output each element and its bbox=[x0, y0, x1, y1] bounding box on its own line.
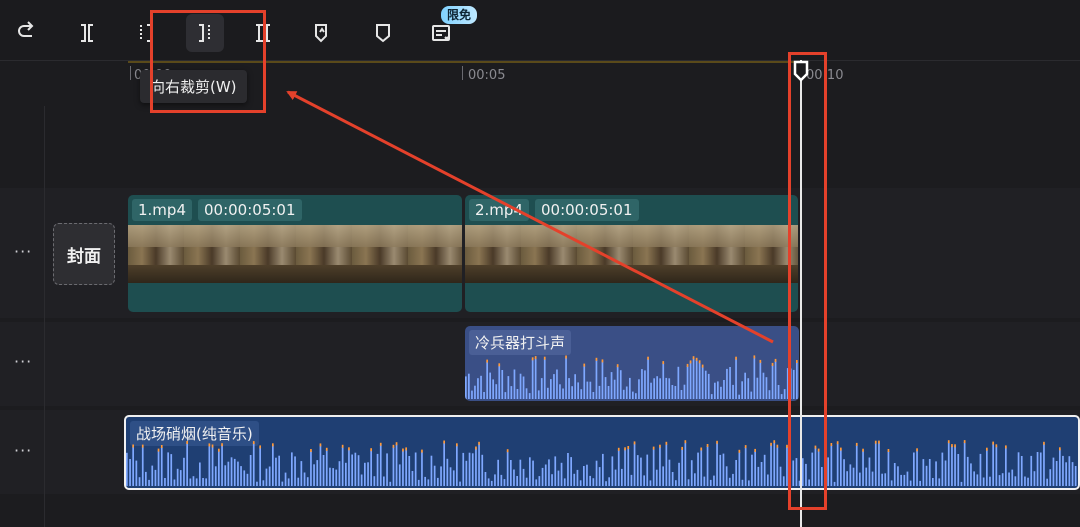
annotation-arrow-icon bbox=[286, 90, 774, 344]
